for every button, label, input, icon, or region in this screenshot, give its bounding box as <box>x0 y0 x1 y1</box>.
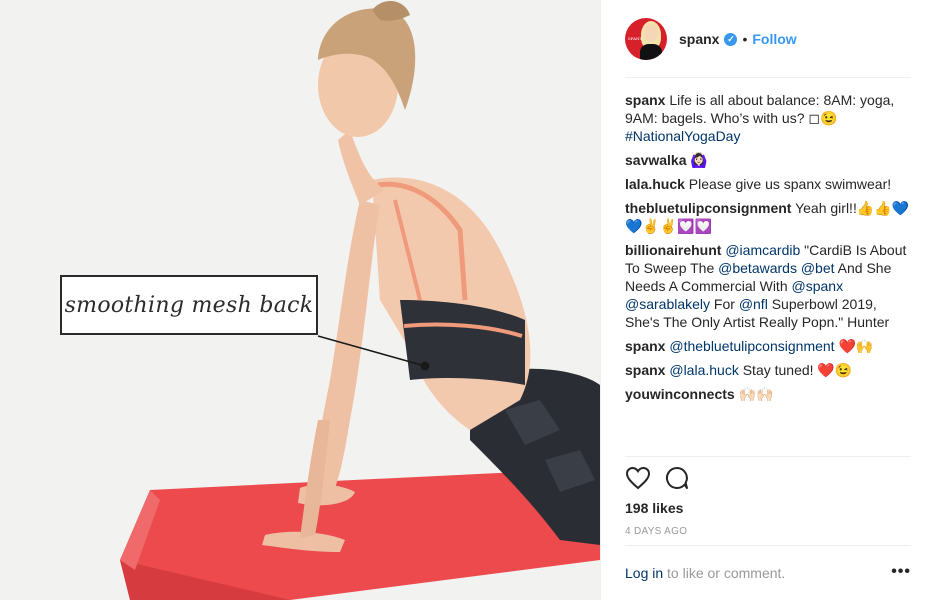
comment: spanx @thebluetulipconsignment ❤️🙌 <box>625 337 913 355</box>
mention-link[interactable]: @sarablakely <box>625 296 710 312</box>
mention-link[interactable]: @thebluetulipconsignment <box>669 338 834 354</box>
verified-badge-icon: ✓ <box>724 32 738 46</box>
heart-icon[interactable] <box>625 466 651 490</box>
caption-text: Life is all about balance: 8AM: yoga, 9A… <box>625 92 895 126</box>
divider <box>625 545 911 546</box>
comment-text: 🙆🏻‍♀️ <box>686 152 708 168</box>
comment-text: For <box>710 296 739 312</box>
caption: spanx Life is all about balance: 8AM: yo… <box>625 91 913 145</box>
likes-count[interactable]: 198 likes <box>625 500 683 516</box>
mention-link[interactable]: @spanx <box>792 278 844 294</box>
post-header: SPANX spanx ✓ • Follow <box>625 16 911 62</box>
mention-link[interactable]: @betawards <box>718 260 797 276</box>
more-options-button[interactable]: ••• <box>891 563 911 581</box>
comment-username[interactable]: lala.huck <box>625 176 685 192</box>
comment-text: Stay tuned! ❤️😉 <box>738 362 853 378</box>
comment-username[interactable]: spanx <box>625 362 665 378</box>
instagram-post: smoothing mesh back SPANX spanx ✓ • Foll… <box>0 0 935 600</box>
header-separator: • <box>742 31 748 47</box>
hashtag-link[interactable]: #NationalYogaDay <box>625 128 740 144</box>
comment-username[interactable]: spanx <box>625 338 665 354</box>
timestamp[interactable]: 4 DAYS AGO <box>625 526 687 537</box>
header-username[interactable]: spanx <box>679 31 719 47</box>
comment: youwinconnects 🙌🏻🙌🏻 <box>625 385 913 403</box>
post-sidebar: SPANX spanx ✓ • Follow spanx Life is all… <box>600 0 935 600</box>
comments-list: spanx Life is all about balance: 8AM: yo… <box>625 91 913 409</box>
comment-username[interactable]: billionairehunt <box>625 242 721 258</box>
caption-username[interactable]: spanx <box>625 92 665 108</box>
comment-text: ❤️🙌 <box>834 338 874 354</box>
comment-text: Please give us spanx swimwear! <box>684 176 892 192</box>
avatar-brand-text: SPANX <box>628 36 643 41</box>
post-photo[interactable]: smoothing mesh back <box>0 0 600 600</box>
mention-link[interactable]: @nfl <box>739 296 768 312</box>
comment-username[interactable]: youwinconnects <box>625 386 735 402</box>
callout-label: smoothing mesh back <box>60 275 318 335</box>
action-bar <box>625 466 689 490</box>
login-text: to like or comment. <box>663 565 786 581</box>
comment-text: 🙌🏻🙌🏻 <box>734 386 774 402</box>
comment-username[interactable]: thebluetulipconsignment <box>625 200 791 216</box>
mention-link[interactable]: @lala.huck <box>669 362 738 378</box>
comment: billionairehunt @iamcardib "CardiB Is Ab… <box>625 241 913 331</box>
mention-link[interactable]: @iamcardib <box>725 242 800 258</box>
comment-username[interactable]: savwalka <box>625 152 687 168</box>
login-prompt: Log in to like or comment. <box>625 565 785 581</box>
mention-link[interactable]: @bet <box>801 260 835 276</box>
comment: savwalka 🙆🏻‍♀️ <box>625 151 913 169</box>
login-link[interactable]: Log in <box>625 565 663 581</box>
comment-icon[interactable] <box>665 466 689 490</box>
divider <box>625 456 911 457</box>
avatar[interactable]: SPANX <box>625 18 667 60</box>
divider <box>625 77 911 78</box>
comment: thebluetulipconsignment Yeah girl!!👍👍💙💙✌… <box>625 199 913 235</box>
comment: spanx @lala.huck Stay tuned! ❤️😉 <box>625 361 913 379</box>
comment: lala.huck Please give us spanx swimwear! <box>625 175 913 193</box>
follow-button[interactable]: Follow <box>752 31 796 47</box>
